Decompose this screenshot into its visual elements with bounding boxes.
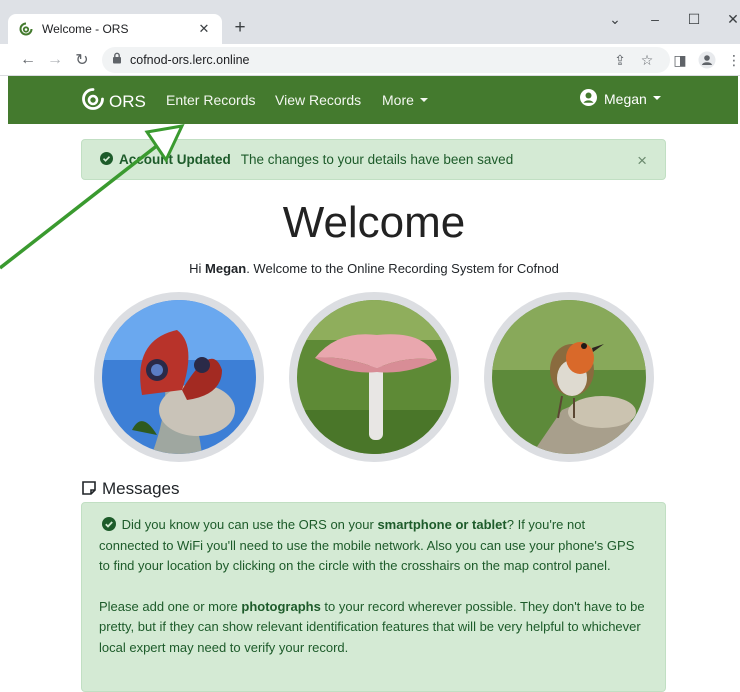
alert-title: Account Updated	[119, 152, 231, 167]
new-tab-icon[interactable]: +	[229, 17, 251, 39]
back-icon[interactable]: ←	[18, 50, 38, 70]
p2-text-a: Please add one or more	[99, 598, 242, 614]
user-name: Megan	[604, 91, 647, 107]
check-circle-icon	[99, 517, 122, 532]
check-circle-icon	[100, 151, 113, 168]
messages-heading: Messages	[81, 477, 179, 501]
alert-close-button[interactable]: ×	[637, 151, 647, 171]
nav-enter-records[interactable]: Enter Records	[166, 92, 255, 108]
note-icon	[81, 477, 102, 501]
tab-search-icon[interactable]: ⌄	[600, 8, 630, 30]
user-chevron-down-icon	[652, 96, 661, 100]
reload-icon[interactable]: ↻	[72, 50, 92, 70]
browser-menu-icon[interactable]: ⋮	[724, 50, 740, 70]
mushroom-photo	[289, 292, 459, 462]
bookmark-star-icon[interactable]: ☆	[637, 50, 657, 70]
brand-text: ORS	[109, 91, 146, 111]
message-paragraph-1: Did you know you can use the ORS on your…	[99, 515, 648, 577]
browser-tabstrip: Welcome - ORS ✕ + ⌄ – ☐ ✕	[0, 0, 740, 44]
butterfly-photo	[94, 292, 264, 462]
page-title: Welcome	[282, 198, 466, 247]
maximize-icon[interactable]: ☐	[679, 8, 709, 30]
nav-view-records[interactable]: View Records	[275, 92, 361, 108]
ors-favicon-icon	[18, 21, 34, 37]
share-icon[interactable]: ⇪	[610, 50, 630, 70]
alert-message: The changes to your details have been sa…	[240, 152, 514, 167]
browser-tab[interactable]: Welcome - ORS ✕	[8, 14, 222, 44]
account-updated-alert: Account Updated The changes to your deta…	[81, 139, 666, 180]
tab-close-icon[interactable]: ✕	[196, 21, 212, 37]
url-text: cofnod-ors.lerc.online	[130, 53, 250, 67]
user-circle-icon	[580, 89, 597, 109]
p1-bold: smartphone or tablet	[377, 517, 507, 532]
forward-icon[interactable]: →	[45, 50, 65, 70]
chevron-down-icon	[419, 98, 428, 103]
message-paragraph-2: Please add one or more photographs to yo…	[99, 597, 648, 659]
tab-title: Welcome - ORS	[42, 22, 129, 36]
greeting-user: Megan	[205, 261, 247, 276]
messages-heading-text: Messages	[102, 479, 180, 498]
messages-panel: Did you know you can use the ORS on your…	[81, 502, 666, 692]
close-window-icon[interactable]: ✕	[718, 8, 740, 30]
profile-icon[interactable]	[697, 50, 717, 70]
browser-toolbar: ← → ↻ cofnod-ors.lerc.online ⇪ ☆ ◨ ⋮	[0, 44, 740, 76]
greeting-prefix: Hi	[189, 261, 206, 276]
lock-icon	[112, 51, 122, 69]
nav-more[interactable]: More	[382, 92, 428, 108]
p1-text-a: Did you know you can use the ORS on your	[121, 517, 378, 532]
nav-more-label: More	[382, 92, 414, 108]
brand-logo[interactable]: ORS	[81, 87, 146, 116]
ors-logo-icon	[81, 87, 105, 116]
site-navbar: ORS Enter Records View Records More Mega…	[8, 76, 738, 124]
address-bar[interactable]: cofnod-ors.lerc.online	[102, 47, 670, 73]
greeting-suffix: . Welcome to the Online Recording System…	[246, 261, 559, 276]
welcome-greeting: Hi Megan. Welcome to the Online Recordin…	[0, 261, 740, 276]
minimize-icon[interactable]: –	[640, 8, 670, 30]
side-panel-icon[interactable]: ◨	[670, 50, 690, 70]
robin-photo	[484, 292, 654, 462]
p2-bold: photographs	[241, 598, 321, 614]
user-menu[interactable]: Megan	[580, 89, 661, 109]
